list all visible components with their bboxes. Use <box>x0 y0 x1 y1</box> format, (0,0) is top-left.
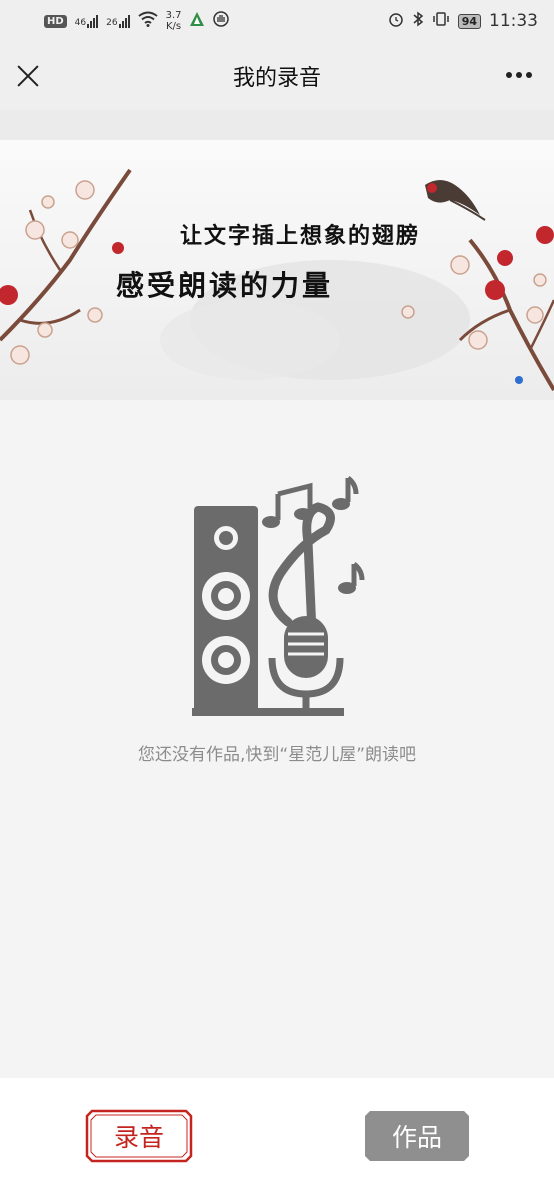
wifi-icon <box>137 11 158 31</box>
network-speed: 3.7 K/s <box>166 10 182 32</box>
alarm-icon <box>388 11 404 31</box>
record-tab-label: 录音 <box>113 1123 164 1152</box>
nav-bar: 我的录音 <box>0 42 554 110</box>
divider-strip <box>0 110 554 140</box>
banner-slogan-line-1: 让文字插上想象的翅膀 <box>180 223 421 249</box>
banner[interactable]: 让文字插上想象的翅膀 感受朗读的力量 <box>0 140 554 400</box>
carousel-indicator <box>515 376 523 384</box>
signal-icon: 46 <box>74 14 99 28</box>
works-tab-label: 作品 <box>391 1123 442 1152</box>
speed-value: 3.7 <box>165 10 182 21</box>
speaker-music-icon <box>192 476 365 716</box>
bluetooth-icon <box>412 11 424 31</box>
works-tab-button[interactable]: 作品 <box>362 1108 472 1164</box>
battery-icon: 94 <box>457 13 481 29</box>
page-title: 我的录音 <box>232 66 321 91</box>
status-bar: HD 46 26 3.7 K/s 94 11:33 <box>0 0 554 42</box>
clock: 11:33 <box>489 11 538 31</box>
bottom-tab-bar: 录音 作品 <box>0 1078 554 1200</box>
more-options-icon[interactable] <box>506 72 532 78</box>
record-tab-button[interactable]: 录音 <box>84 1108 194 1164</box>
network-type-label: 46 <box>74 18 87 28</box>
signal-icon-2: 26 <box>106 14 130 28</box>
empty-state-message: 您还没有作品,快到“星范儿屋”朗读吧 <box>137 745 417 765</box>
hand-icon <box>213 11 230 31</box>
app-notification-icon <box>189 11 205 31</box>
network-type-label-2: 26 <box>106 18 118 28</box>
speed-unit: K/s <box>165 21 182 32</box>
vibrate-icon <box>432 11 450 31</box>
close-icon[interactable] <box>14 62 42 90</box>
banner-slogan-line-2: 感受朗读的力量 <box>116 269 334 302</box>
hd-indicator: HD <box>44 14 67 28</box>
